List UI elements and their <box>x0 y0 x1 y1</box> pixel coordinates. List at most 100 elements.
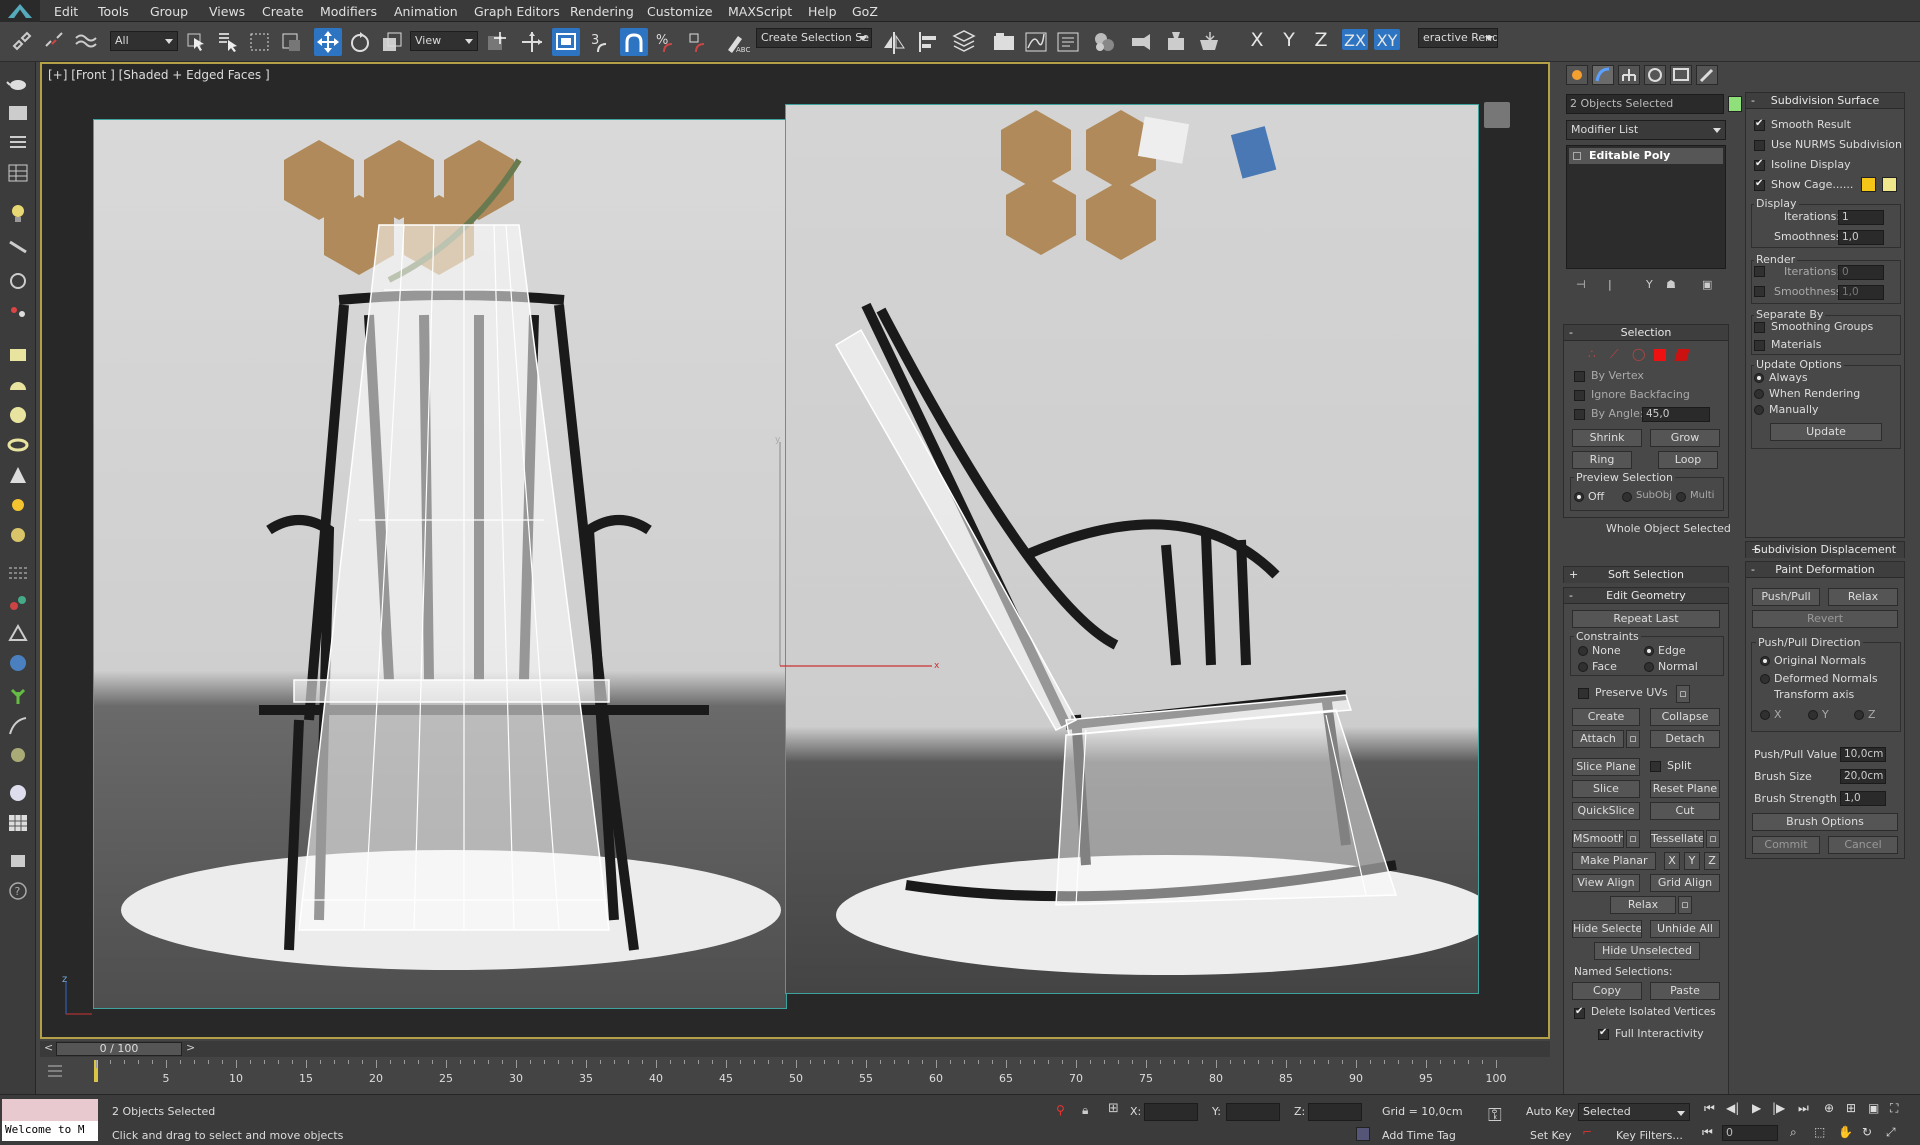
align-icon[interactable] <box>914 28 942 56</box>
original-normals-radio[interactable] <box>1760 656 1770 666</box>
delete-isolated-checkbox[interactable] <box>1574 1006 1585 1019</box>
cone-icon[interactable] <box>6 464 30 486</box>
box-icon[interactable] <box>6 344 30 366</box>
smoothing-groups-checkbox[interactable] <box>1754 322 1765 333</box>
material-editor-icon[interactable] <box>1090 28 1118 56</box>
update-button[interactable]: Update <box>1770 423 1882 441</box>
select-object-icon[interactable] <box>182 28 210 56</box>
particle-icon[interactable] <box>6 302 30 324</box>
attach-button[interactable]: Attach <box>1572 730 1624 748</box>
isolate-selection-icon[interactable]: ⚲ <box>1056 1103 1065 1117</box>
curve-editor-icon[interactable] <box>1022 28 1050 56</box>
menu-rendering[interactable]: Rendering <box>570 4 634 19</box>
ignore-backfacing-checkbox[interactable] <box>1574 390 1585 401</box>
bone-icon[interactable] <box>6 236 30 258</box>
menu-help[interactable]: Help <box>808 4 837 19</box>
menu-animation[interactable]: Animation <box>394 4 458 19</box>
create-tab-icon[interactable] <box>1566 65 1588 85</box>
menu-graph-editors[interactable]: Graph Editors <box>474 4 560 19</box>
modify-tab-icon[interactable] <box>1592 65 1614 85</box>
viewport-front[interactable]: [+] [Front ] [Shaded + Edged Faces ] z x… <box>40 62 1550 1039</box>
render-smoothness-checkbox[interactable] <box>1754 286 1765 297</box>
unlink-icon[interactable] <box>40 28 68 56</box>
axis-y-radio[interactable] <box>1808 710 1818 720</box>
prev-frame-icon[interactable]: < <box>44 1041 53 1054</box>
show-cage-checkbox[interactable] <box>1754 178 1765 191</box>
compass-icon[interactable] <box>6 622 30 644</box>
region-zoom-icon[interactable]: ⬚ <box>1814 1125 1825 1139</box>
selection-rollout-header[interactable]: - Selection <box>1564 325 1728 341</box>
modifier-list-dropdown[interactable]: Modifier List <box>1566 120 1726 140</box>
vertex-level-icon[interactable]: ∴ <box>1588 347 1596 361</box>
track-bar[interactable]: 5 10 15 20 25 30 35 40 45 50 55 60 65 70 75 80 85 90 95 100 <box>40 1058 1550 1088</box>
msmooth-button[interactable]: MSmooth <box>1572 830 1624 848</box>
zoom-icon[interactable]: ⌕ <box>1790 1125 1797 1140</box>
maximize-toggle-icon[interactable]: ⤢ <box>1886 1125 1896 1140</box>
edge-level-icon[interactable]: ⟋ <box>1610 347 1618 362</box>
select-manipulate-icon[interactable] <box>518 28 546 56</box>
brush-options-button[interactable]: Brush Options <box>1752 813 1898 831</box>
cut-button[interactable]: Cut <box>1650 802 1720 820</box>
paint-relax-button[interactable]: Relax <box>1828 588 1898 606</box>
view-align-button[interactable]: View Align <box>1572 874 1640 892</box>
cancel-button[interactable]: Cancel <box>1828 836 1898 854</box>
time-slider[interactable]: < 0 / 100 > <box>40 1041 1550 1057</box>
brush-size-spinner[interactable]: 20,0cm <box>1840 769 1886 784</box>
copy-named-selection-button[interactable]: Copy <box>1572 982 1642 1000</box>
selection-filter-dropdown[interactable]: All <box>110 31 178 51</box>
white-sphere-icon[interactable] <box>6 782 30 804</box>
display-tab-icon[interactable] <box>1670 65 1692 85</box>
object-name-field[interactable]: 2 Objects Selected <box>1566 94 1724 114</box>
viewport-label[interactable]: [+] [Front ] [Shaded + Edged Faces ] <box>48 68 270 82</box>
constraint-normal-radio[interactable] <box>1644 662 1654 672</box>
isoline-display-checkbox[interactable] <box>1754 158 1765 171</box>
constraint-zx-button[interactable]: ZX <box>1342 29 1368 50</box>
help-icon[interactable]: ? <box>6 880 30 902</box>
pan-icon[interactable]: ✋ <box>1838 1125 1853 1139</box>
update-manually-radio[interactable] <box>1754 405 1764 415</box>
helper-icon[interactable] <box>6 270 30 292</box>
grow-button[interactable]: Grow <box>1650 429 1720 447</box>
planar-z-button[interactable]: Z <box>1704 852 1720 870</box>
preview-multi-radio[interactable] <box>1676 492 1686 502</box>
bind-space-warp-icon[interactable] <box>72 28 100 56</box>
mirror-icon[interactable] <box>880 28 908 56</box>
utilities-tab-icon[interactable] <box>1696 65 1718 85</box>
preview-subobj-radio[interactable] <box>1622 492 1632 502</box>
play-icon[interactable]: ▶ <box>1752 1101 1761 1115</box>
maximize-viewport-icon[interactable]: ⛶ <box>1890 1101 1898 1116</box>
gold-sphere-icon[interactable] <box>6 524 30 546</box>
schematic-view-icon[interactable] <box>1054 28 1082 56</box>
display-smoothness-spinner[interactable]: 1,0 <box>1838 230 1884 245</box>
app-logo-icon[interactable] <box>0 0 40 22</box>
set-key-button[interactable]: Set Key <box>1530 1129 1572 1142</box>
preserve-uvs-checkbox[interactable] <box>1578 688 1589 699</box>
add-time-tag-label[interactable]: Add Time Tag <box>1382 1129 1456 1142</box>
brush-strength-spinner[interactable]: 1,0 <box>1840 791 1886 806</box>
orbit-icon[interactable]: ↻ <box>1862 1125 1872 1139</box>
select-move-icon[interactable] <box>314 28 342 56</box>
tessellate-settings-icon[interactable]: ▫ <box>1706 830 1720 848</box>
light-bulb-icon[interactable] <box>6 202 30 224</box>
relax-settings-icon[interactable]: ▫ <box>1678 896 1692 914</box>
mini-curve-editor-icon[interactable] <box>46 1062 64 1080</box>
x-coordinate-field[interactable] <box>1144 1103 1198 1121</box>
select-rotate-icon[interactable] <box>346 28 374 56</box>
grid-icon[interactable] <box>6 812 30 834</box>
relax-button[interactable]: Relax <box>1610 896 1676 914</box>
shrink-button[interactable]: Shrink <box>1572 429 1642 447</box>
next-frame-icon[interactable]: > <box>186 1041 195 1054</box>
current-frame-field[interactable]: 0 <box>1722 1125 1778 1141</box>
layer-explorer-icon[interactable] <box>950 28 978 56</box>
object-color-swatch[interactable] <box>1728 96 1742 112</box>
preserve-uvs-settings-icon[interactable]: ▫ <box>1676 685 1690 703</box>
stack-item-editable-poly[interactable]: Editable Poly <box>1569 148 1723 164</box>
select-scale-icon[interactable] <box>378 28 406 56</box>
constraint-y-button[interactable]: Y <box>1276 29 1302 51</box>
menu-group[interactable]: Group <box>150 4 188 19</box>
y-coordinate-field[interactable] <box>1226 1103 1280 1121</box>
tessellate-button[interactable]: Tessellate <box>1650 830 1704 848</box>
deformed-normals-radio[interactable] <box>1760 674 1770 684</box>
maxscript-listener-mini[interactable] <box>2 1099 98 1121</box>
revert-button[interactable]: Revert <box>1752 610 1898 628</box>
